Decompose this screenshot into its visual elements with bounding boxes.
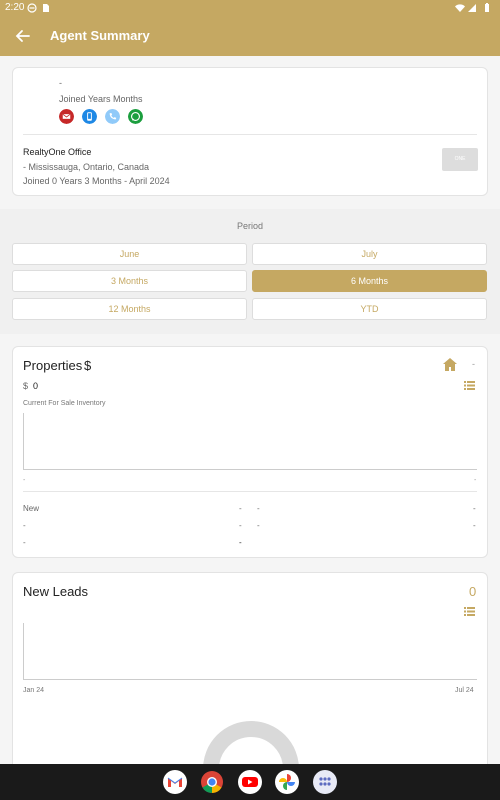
back-arrow-icon[interactable] xyxy=(12,25,34,47)
office-name: RealtyOne Office xyxy=(23,147,92,157)
stat-new-label: New xyxy=(23,504,40,513)
inventory-chart xyxy=(23,413,477,470)
stat-label: - xyxy=(23,538,26,547)
card-divider xyxy=(23,491,477,492)
leads-axis-start: Jan 24 xyxy=(23,687,45,694)
office-logo-text: ONE xyxy=(454,156,466,162)
amount-currency: $ xyxy=(23,381,29,391)
chart-axis-left-label: - xyxy=(23,477,26,484)
period-3-months-button[interactable]: 3 Months xyxy=(12,270,247,292)
email-icon[interactable] xyxy=(59,109,74,124)
stat-value: - xyxy=(239,521,242,530)
home-icon[interactable] xyxy=(443,358,457,371)
mobile-phone-icon[interactable] xyxy=(82,109,97,124)
gmail-icon[interactable] xyxy=(163,770,187,794)
new-leads-card: New Leads 0 Jan 24 Jul 24 xyxy=(12,572,488,764)
inventory-label: Current For Sale Inventory xyxy=(23,400,106,407)
chrome-icon[interactable] xyxy=(200,770,224,794)
dnd-icon xyxy=(27,3,37,13)
list-icon[interactable] xyxy=(464,607,475,616)
new-leads-count: 0 xyxy=(469,584,477,599)
page-title: Agent Summary xyxy=(50,28,150,43)
card-divider xyxy=(23,134,477,135)
properties-header-value: - xyxy=(472,359,475,369)
properties-card: Properties $ - $ 0 Current For Sale Inve… xyxy=(12,346,488,558)
signal-icon xyxy=(468,4,476,12)
office-logo: ONE xyxy=(442,148,478,171)
system-dock xyxy=(0,764,500,800)
agent-joined-text: Joined Years Months xyxy=(59,94,143,104)
period-12-months-button[interactable]: 12 Months xyxy=(12,298,247,320)
list-icon[interactable] xyxy=(464,381,475,390)
new-leads-title: New Leads xyxy=(23,584,89,599)
wifi-icon xyxy=(455,4,465,12)
status-time: 2:20 xyxy=(5,2,25,13)
leads-chart xyxy=(23,623,477,680)
agent-name: - xyxy=(59,78,62,88)
status-bar: 2:20 xyxy=(0,0,500,16)
stat-label: - xyxy=(23,521,26,530)
app-drawer-icon[interactable] xyxy=(313,770,337,794)
sim-card-icon xyxy=(43,4,49,12)
leads-donut-chart xyxy=(203,721,299,764)
stat-label: - xyxy=(257,521,260,530)
leads-axis-end: Jul 24 xyxy=(455,687,474,694)
agent-info-card: - Joined Years Months RealtyOne Office -… xyxy=(12,67,488,196)
period-label: Period xyxy=(236,221,263,231)
stat-value: - xyxy=(239,504,242,513)
photos-icon[interactable] xyxy=(275,770,299,794)
battery-icon xyxy=(485,3,489,12)
amount-value: 0 xyxy=(33,381,39,391)
phone-call-icon[interactable] xyxy=(105,109,120,124)
stat-value: - xyxy=(473,521,476,530)
stat-label: - xyxy=(257,504,260,513)
youtube-icon[interactable] xyxy=(238,770,262,794)
properties-title: Properties xyxy=(23,358,83,373)
office-joined-text: Joined 0 Years 3 Months - April 2024 xyxy=(23,176,170,186)
app-bar: Agent Summary xyxy=(0,16,500,56)
period-ytd-button[interactable]: YTD xyxy=(252,298,487,320)
chart-axis-right-label: - xyxy=(474,477,477,484)
period-july-button[interactable]: July xyxy=(252,243,487,265)
stat-value: - xyxy=(473,504,476,513)
content-scroll[interactable]: - Joined Years Months RealtyOne Office -… xyxy=(0,56,500,764)
whatsapp-icon[interactable] xyxy=(128,109,143,124)
period-selector: Period June July 3 Months 6 Months 12 Mo… xyxy=(0,209,500,334)
office-location: - Mississauga, Ontario, Canada xyxy=(23,162,150,172)
period-june-button[interactable]: June xyxy=(12,243,247,265)
period-6-months-button[interactable]: 6 Months xyxy=(252,270,487,292)
properties-currency: $ xyxy=(84,358,92,373)
stat-value: - xyxy=(239,538,242,547)
